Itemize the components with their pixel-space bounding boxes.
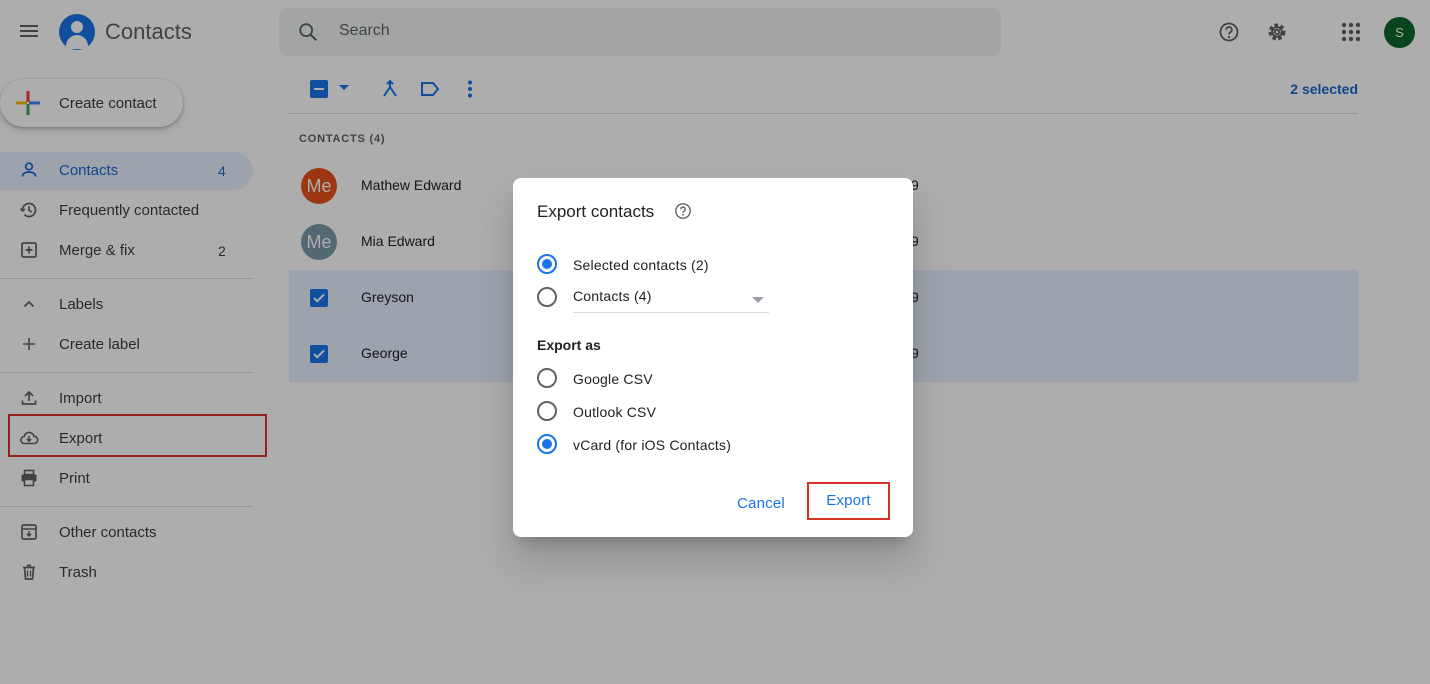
selected-contacts-radio[interactable] xyxy=(537,254,557,274)
vcard-label: vCard (for iOS Contacts) xyxy=(573,437,732,453)
vcard-radio[interactable] xyxy=(537,434,557,454)
contacts-group-value: Contacts (4) xyxy=(573,288,652,304)
google-csv-radio[interactable] xyxy=(537,368,557,388)
selected-contacts-label: Selected contacts (2) xyxy=(573,257,709,273)
help-icon[interactable] xyxy=(674,202,692,220)
cancel-button[interactable]: Cancel xyxy=(737,495,785,512)
chevron-down-icon xyxy=(752,297,764,303)
dialog-title: Export contacts xyxy=(537,202,655,221)
all-contacts-radio[interactable] xyxy=(537,287,557,307)
export-as-label: Export as xyxy=(537,337,601,353)
export-button[interactable]: Export xyxy=(807,482,890,520)
outlook-csv-label: Outlook CSV xyxy=(573,404,657,420)
contacts-group-dropdown[interactable]: Contacts (4) xyxy=(573,285,769,313)
export-contacts-dialog: Export contacts Selected contacts (2) Co… xyxy=(513,178,913,537)
google-csv-label: Google CSV xyxy=(573,371,653,387)
outlook-csv-radio[interactable] xyxy=(537,401,557,421)
